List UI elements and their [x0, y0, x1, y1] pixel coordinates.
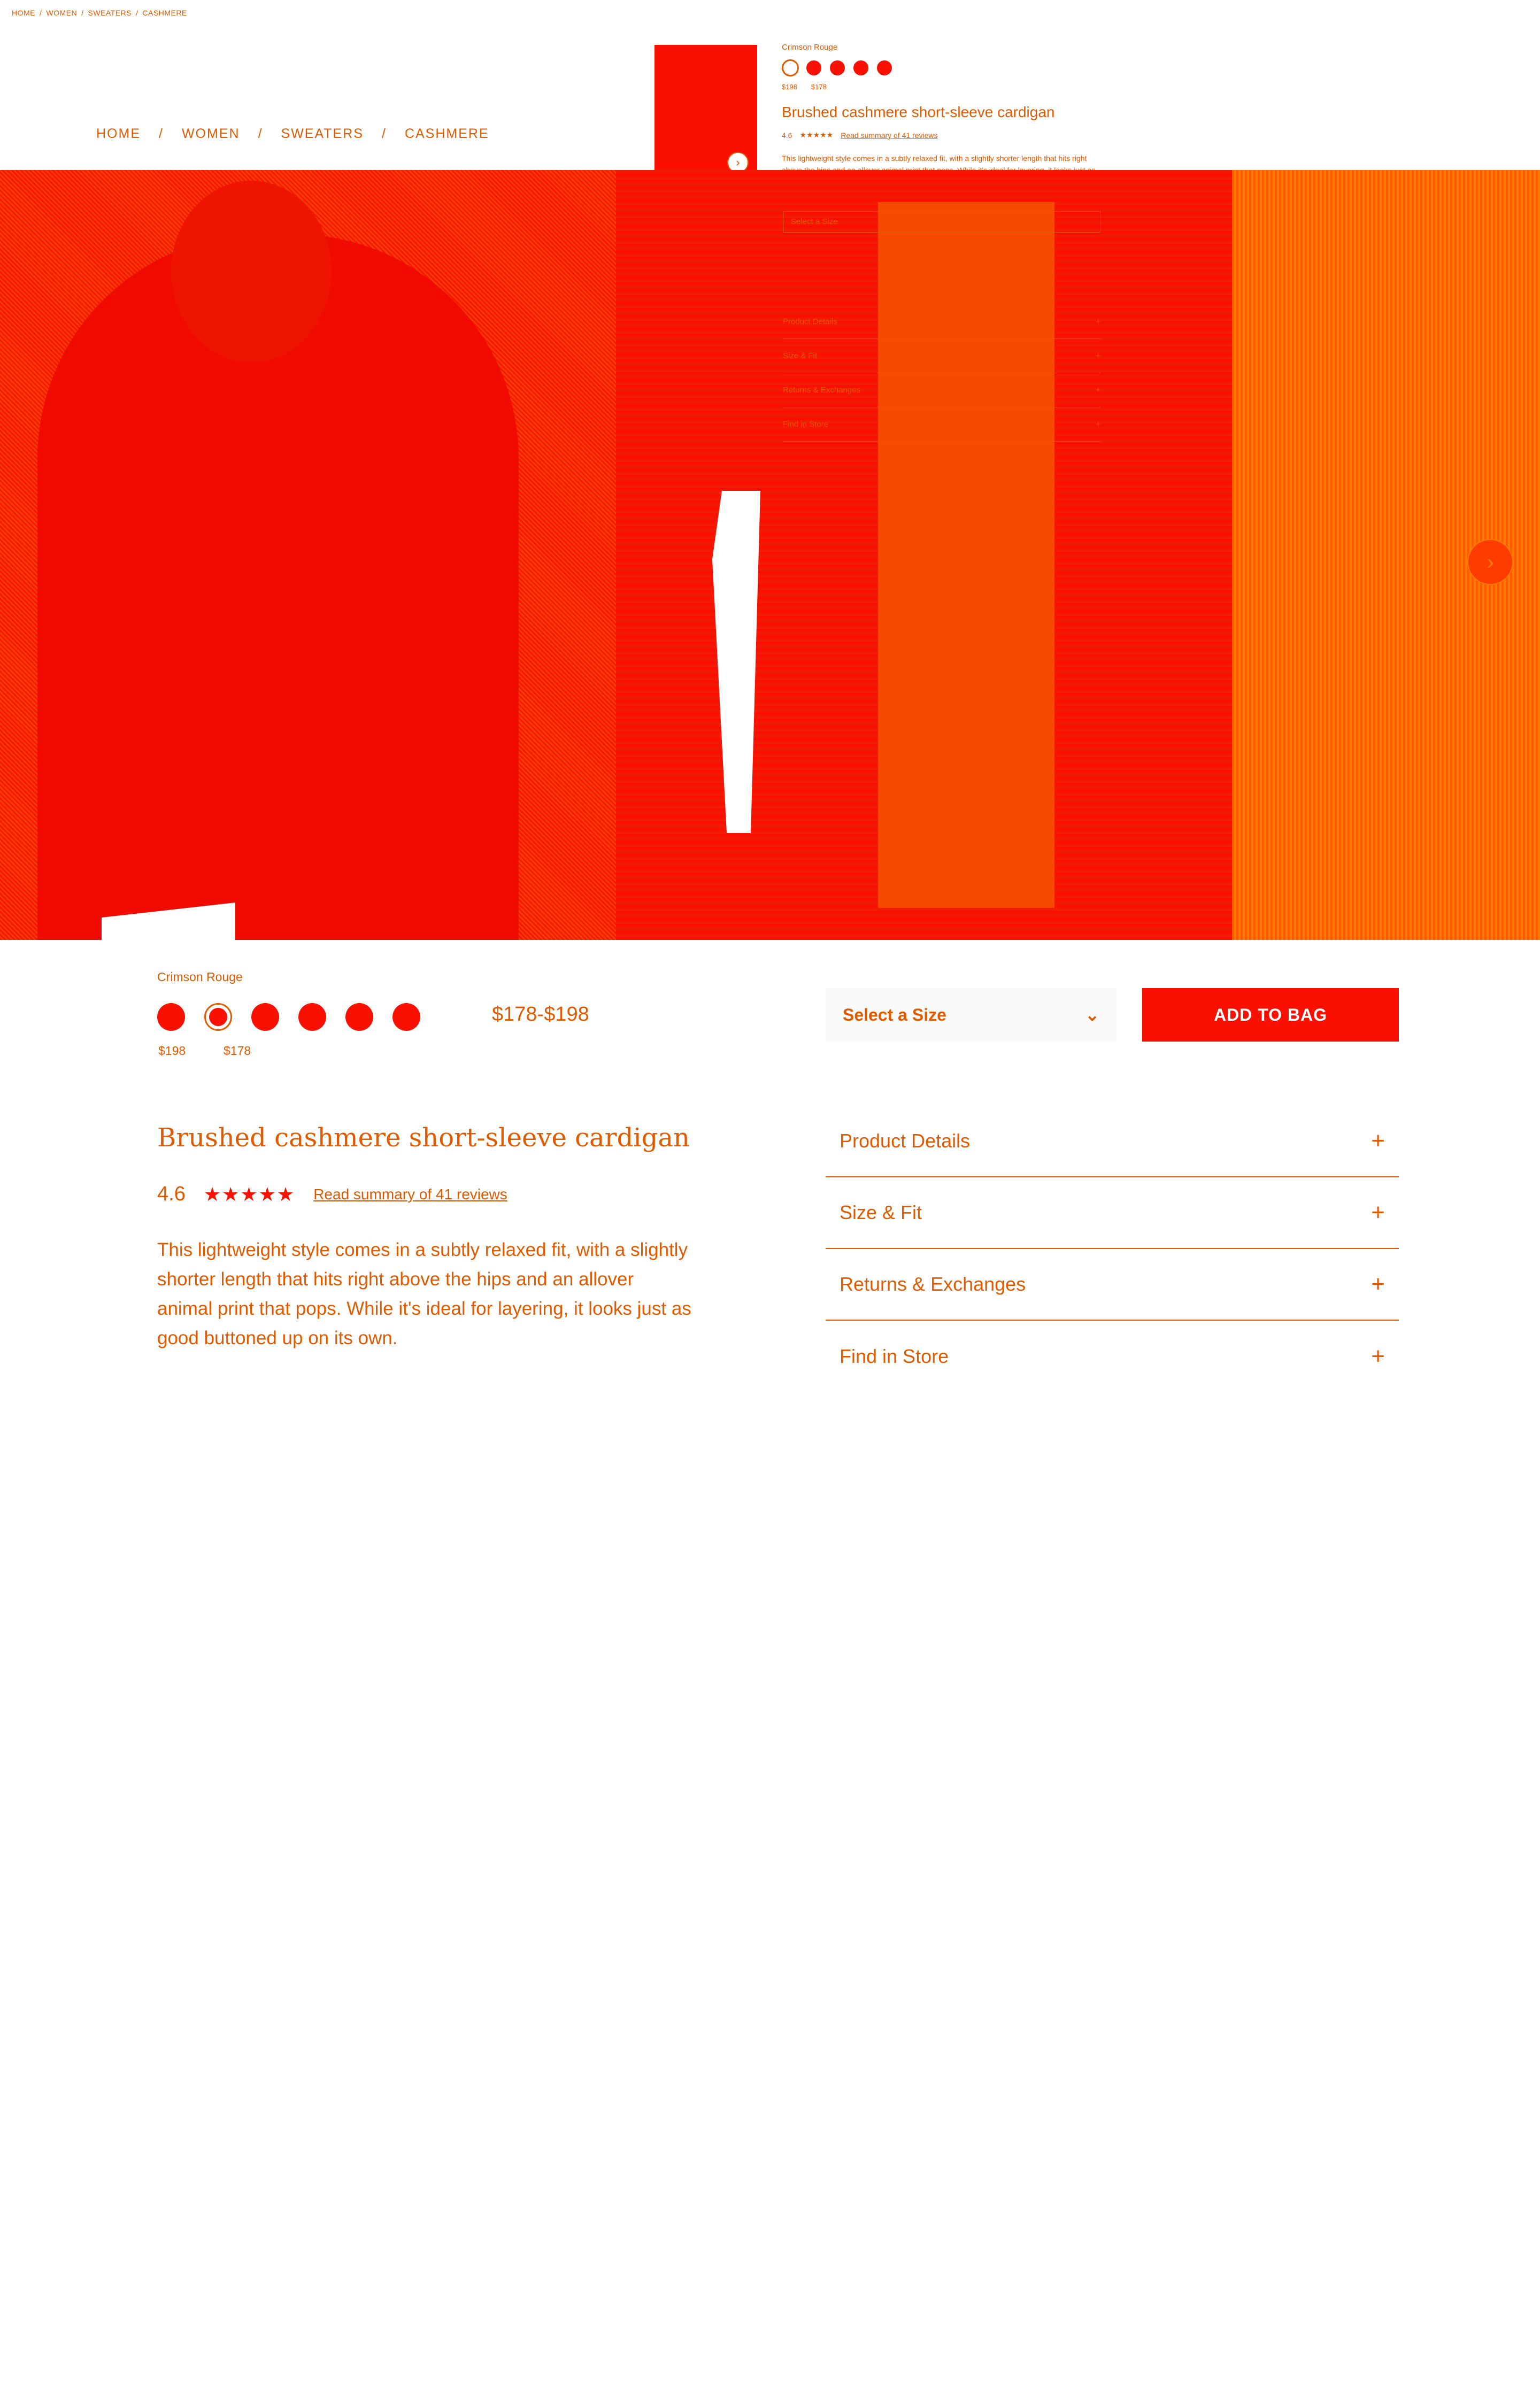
gallery-next-button[interactable]: ›	[1467, 539, 1513, 585]
overlay-prices: $198 $178	[782, 83, 1103, 91]
overlay-accordion-label: Find in Store	[783, 420, 829, 429]
chevron-down-icon: ⌄	[1085, 1005, 1099, 1024]
overlay-rating: 4.6 ★★★★★ Read summary of 41 reviews	[782, 130, 1103, 140]
color-swatch-selected[interactable]	[204, 1003, 232, 1031]
accordion-product-details[interactable]: Product Details +	[826, 1106, 1399, 1177]
accordion-label: Product Details	[840, 1130, 971, 1152]
color-swatch[interactable]	[345, 1003, 373, 1031]
color-section: Crimson Rouge	[157, 970, 243, 984]
breadcrumb-women[interactable]: WOMEN	[182, 126, 240, 142]
mini-breadcrumb-women[interactable]: WOMEN	[46, 9, 77, 17]
color-swatch[interactable]	[157, 1003, 185, 1031]
overlay-reviews-link[interactable]: Read summary of 41 reviews	[841, 131, 937, 140]
plus-icon: +	[1096, 420, 1100, 429]
product-gallery	[0, 170, 1540, 940]
color-swatch[interactable]	[251, 1003, 279, 1031]
plus-icon: +	[1096, 386, 1100, 395]
product-rating: 4.6 ★★★★★ Read summary of 41 reviews	[157, 1183, 507, 1206]
overlay-stars-icon: ★★★★★	[799, 130, 834, 139]
breadcrumb-cashmere[interactable]: CASHMERE	[405, 126, 489, 142]
add-to-bag-button[interactable]: ADD TO BAG	[1142, 988, 1399, 1042]
mini-breadcrumb-sweaters[interactable]: SWEATERS	[88, 9, 132, 17]
accordion-size-fit[interactable]: Size & Fit +	[826, 1177, 1399, 1249]
accordion-find-in-store[interactable]: Find in Store +	[826, 1321, 1399, 1392]
overlay-swatch[interactable]	[852, 59, 869, 76]
rating-score: 4.6	[157, 1183, 186, 1205]
overlay-title: Brushed cashmere short-sleeve cardigan	[782, 104, 1055, 120]
accordion-returns-exchanges[interactable]: Returns & Exchanges +	[826, 1249, 1399, 1321]
plus-icon: +	[1096, 317, 1100, 326]
chevron-right-icon: ›	[1487, 549, 1494, 574]
mini-breadcrumb-home[interactable]: HOME	[12, 9, 35, 17]
breadcrumb-sweaters[interactable]: SWEATERS	[281, 126, 364, 142]
overlay-accordion-find-in-store[interactable]: Find in Store +	[783, 407, 1100, 442]
accordion-label: Size & Fit	[840, 1201, 922, 1223]
overlay-accordion-label: Returns & Exchanges	[783, 386, 861, 395]
overlay-price: $178	[811, 83, 827, 91]
size-select[interactable]: Select a Size ⌄	[826, 988, 1116, 1042]
overlay-swatch[interactable]	[829, 59, 846, 76]
overlay-accordion-returns[interactable]: Returns & Exchanges +	[783, 373, 1100, 407]
overlay-rating-score: 4.6	[782, 130, 792, 140]
overlay-accordion-label: Size & Fit	[783, 351, 818, 360]
accordion-label: Find in Store	[840, 1345, 949, 1367]
model-head	[171, 181, 332, 363]
mini-breadcrumb: HOME / WOMEN / SWEATERS / CASHMERE	[12, 9, 187, 17]
overlay-product-card: Crimson Rouge $198 $178 Brushed cashmere…	[782, 43, 1103, 188]
reviews-link[interactable]: Read summary of 41 reviews	[313, 1186, 507, 1203]
overlay-color-name: Crimson Rouge	[782, 43, 838, 52]
plus-icon: +	[1371, 1343, 1385, 1369]
plus-icon: +	[1371, 1271, 1385, 1297]
overlay-accordion-label: Product Details	[783, 317, 837, 326]
model-leg	[712, 491, 760, 833]
breadcrumb: HOME / WOMEN / SWEATERS / CASHMERE	[96, 126, 489, 142]
overlay-swatch[interactable]	[805, 59, 822, 76]
overlay-price: $198	[782, 83, 797, 91]
breadcrumb-home[interactable]: HOME	[96, 126, 141, 142]
overlay-swatch[interactable]	[876, 59, 893, 76]
swatch-price: $198	[158, 1044, 186, 1058]
overlay-swatches	[782, 59, 1103, 76]
overlay-swatch[interactable]	[782, 59, 799, 76]
product-title: Brushed cashmere short-sleeve cardigan	[157, 1123, 690, 1153]
overlay-accordion-product-details[interactable]: Product Details +	[783, 305, 1100, 339]
plus-icon: +	[1371, 1199, 1385, 1225]
overlay-size-select[interactable]: Select a Size	[783, 211, 1100, 233]
chevron-right-icon: ›	[736, 156, 740, 169]
color-swatch[interactable]	[298, 1003, 326, 1031]
gallery-image-2[interactable]	[616, 170, 1232, 940]
mini-breadcrumb-cashmere[interactable]: CASHMERE	[142, 9, 187, 17]
accordion-label: Returns & Exchanges	[840, 1273, 1026, 1295]
size-select-label: Select a Size	[843, 1005, 946, 1024]
overlay-accordion-size-fit[interactable]: Size & Fit +	[783, 339, 1100, 373]
plus-icon: +	[1096, 351, 1100, 360]
stars-icon: ★★★★★	[203, 1183, 296, 1205]
product-description: This lightweight style comes in a subtly…	[157, 1239, 691, 1348]
color-swatch[interactable]	[392, 1003, 420, 1031]
gallery-image-1[interactable]	[0, 170, 616, 940]
swatch-price: $178	[224, 1044, 251, 1058]
plus-icon: +	[1371, 1128, 1385, 1154]
price-range: $178-$198	[492, 1003, 589, 1026]
color-label: Crimson Rouge	[157, 970, 243, 984]
color-swatches	[157, 1003, 420, 1031]
